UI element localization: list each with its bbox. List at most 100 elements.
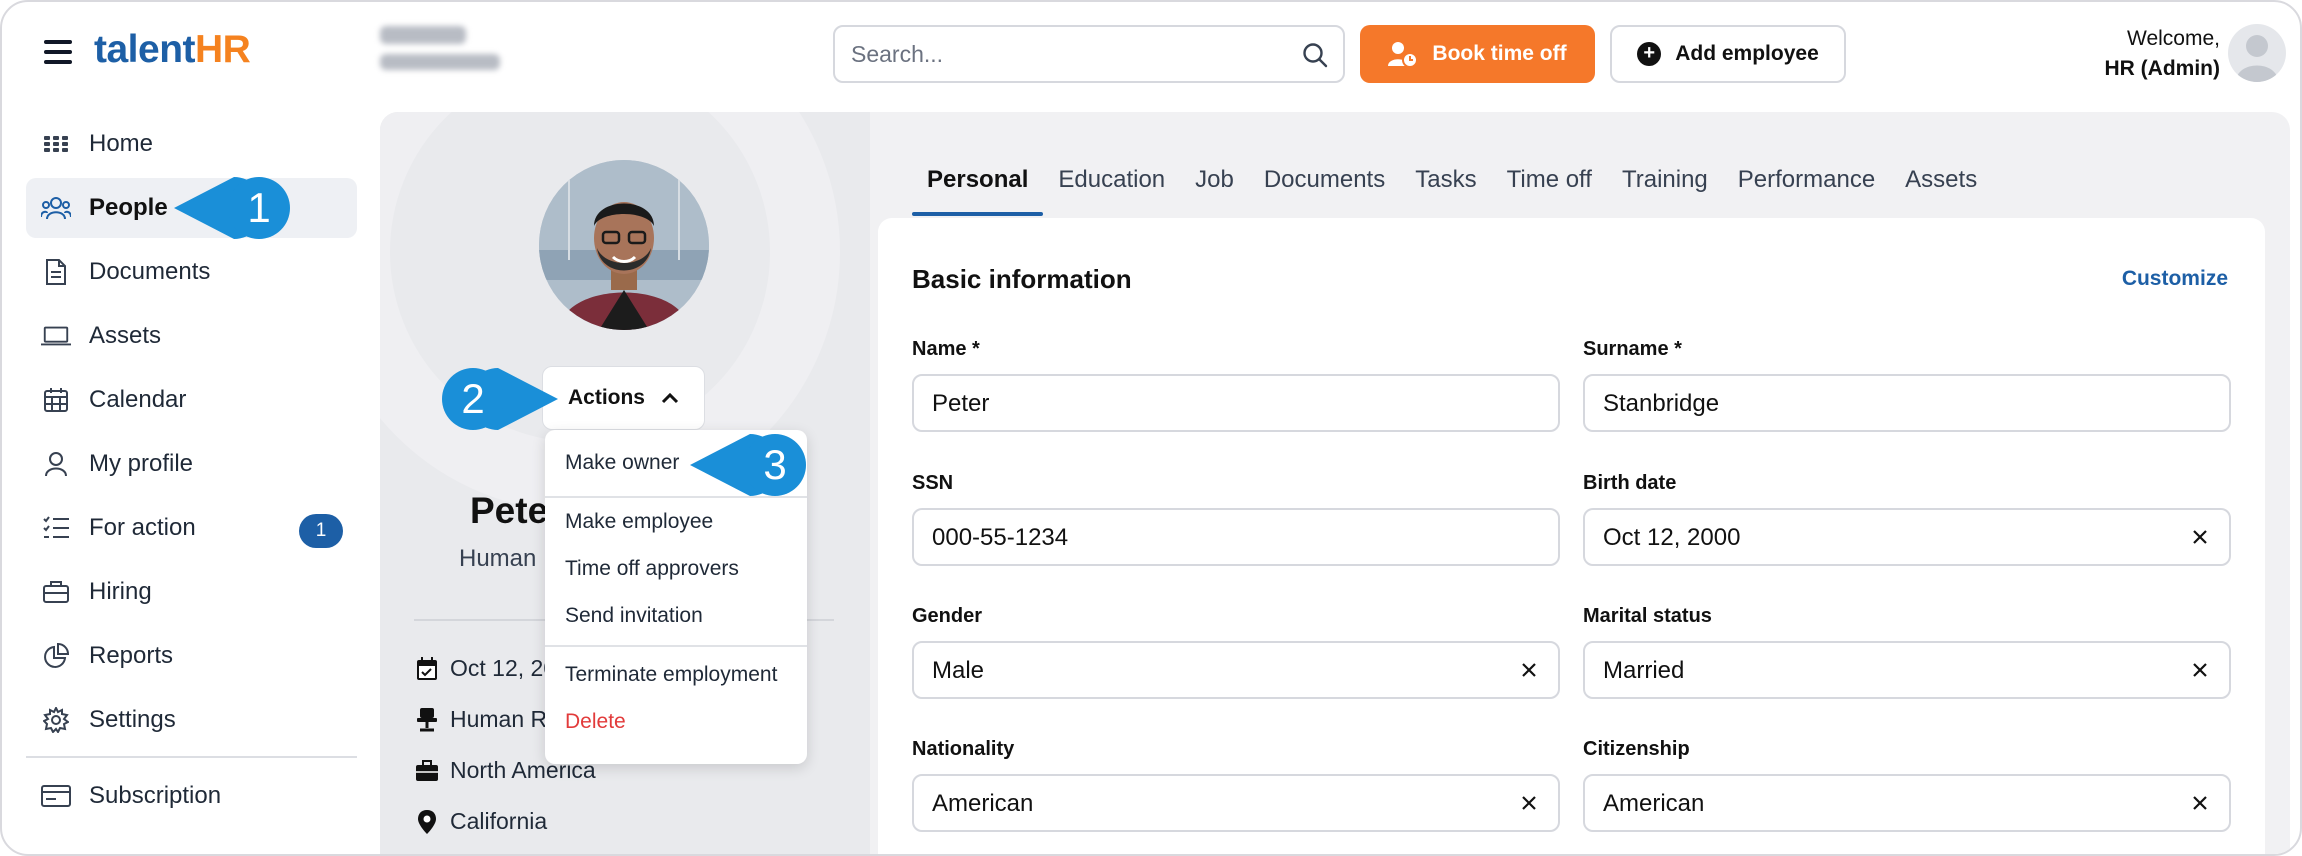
customize-link[interactable]: Customize bbox=[2122, 267, 2228, 291]
callout-2: 2 bbox=[438, 364, 558, 434]
document-icon bbox=[41, 257, 71, 287]
info-location: California bbox=[414, 808, 547, 835]
sidebar-item-label: Settings bbox=[89, 706, 176, 733]
name-label: Name * bbox=[912, 338, 980, 360]
tab-time-off[interactable]: Time off bbox=[1492, 156, 1607, 216]
tab-personal[interactable]: Personal bbox=[912, 156, 1044, 216]
birth-date-field[interactable]: Oct 12, 2000 bbox=[1583, 508, 2231, 566]
user-clock-icon bbox=[1388, 42, 1419, 68]
sidebar-item-for-action[interactable]: For action 1 bbox=[26, 498, 357, 558]
calendar-icon bbox=[41, 385, 71, 415]
actions-button[interactable]: Actions bbox=[542, 366, 705, 430]
callout-1: 1 bbox=[174, 173, 294, 243]
gear-icon bbox=[41, 705, 71, 735]
briefcase-icon bbox=[41, 577, 71, 607]
citizenship-field[interactable]: American bbox=[1583, 774, 2231, 832]
tab-assets[interactable]: Assets bbox=[1890, 156, 1992, 216]
clear-icon[interactable] bbox=[1516, 657, 1542, 683]
marital-status-label: Marital status bbox=[1583, 605, 1712, 627]
welcome-text: Welcome, bbox=[2127, 27, 2220, 50]
gender-label: Gender bbox=[912, 605, 983, 627]
menu-divider bbox=[545, 645, 807, 647]
sidebar-item-hiring[interactable]: Hiring bbox=[26, 562, 357, 622]
sidebar-item-reports[interactable]: Reports bbox=[26, 626, 357, 686]
user-greeting: Welcome, HR (Admin) bbox=[2105, 24, 2220, 84]
people-icon bbox=[41, 193, 71, 223]
tab-education[interactable]: Education bbox=[1043, 156, 1180, 216]
tab-tasks[interactable]: Tasks bbox=[1400, 156, 1491, 216]
menu-item-terminate-employment[interactable]: Terminate employment bbox=[565, 663, 777, 687]
grid-icon bbox=[41, 129, 71, 159]
menu-item-send-invitation[interactable]: Send invitation bbox=[565, 604, 703, 628]
user-role: HR (Admin) bbox=[2104, 57, 2220, 80]
menu-icon[interactable] bbox=[44, 40, 72, 64]
info-birth-date: Oct 12, 20 bbox=[414, 655, 556, 682]
sidebar-item-label: People bbox=[89, 194, 168, 221]
tab-job[interactable]: Job bbox=[1180, 156, 1249, 216]
checklist-icon bbox=[41, 513, 71, 543]
sidebar-item-label: Hiring bbox=[89, 578, 152, 605]
marital-status-field[interactable]: Married bbox=[1583, 641, 2231, 699]
app-window: talentHR Book time off + Add employee We… bbox=[0, 0, 2302, 856]
sidebar-item-settings[interactable]: Settings bbox=[26, 690, 357, 750]
clear-icon[interactable] bbox=[2187, 657, 2213, 683]
menu-item-make-owner[interactable]: Make owner bbox=[565, 451, 679, 475]
menu-item-make-employee[interactable]: Make employee bbox=[565, 510, 713, 534]
tab-performance[interactable]: Performance bbox=[1723, 156, 1890, 216]
chair-icon bbox=[414, 707, 440, 733]
name-field[interactable]: Peter bbox=[912, 374, 1560, 432]
pie-chart-icon bbox=[41, 641, 71, 671]
sidebar-item-my-profile[interactable]: My profile bbox=[26, 434, 357, 494]
citizenship-label: Citizenship bbox=[1583, 738, 1690, 760]
search-input[interactable] bbox=[851, 39, 1291, 69]
user-icon bbox=[41, 449, 71, 479]
profile-tabs: Personal Education Job Documents Tasks T… bbox=[912, 156, 1992, 216]
sidebar-item-documents[interactable]: Documents bbox=[26, 242, 357, 302]
map-pin-icon bbox=[414, 809, 440, 835]
ssn-label: SSN bbox=[912, 472, 954, 494]
laptop-icon bbox=[41, 321, 71, 351]
nationality-field[interactable]: American bbox=[912, 774, 1560, 832]
tab-training[interactable]: Training bbox=[1607, 156, 1723, 216]
sidebar-item-label: Assets bbox=[89, 322, 162, 349]
chevron-up-icon bbox=[661, 392, 679, 404]
tab-documents[interactable]: Documents bbox=[1249, 156, 1400, 216]
sidebar-item-label: For action bbox=[89, 514, 196, 541]
sidebar-item-label: Documents bbox=[89, 258, 211, 285]
sidebar-item-assets[interactable]: Assets bbox=[26, 306, 357, 366]
clear-icon[interactable] bbox=[2187, 524, 2213, 550]
plus-circle-icon: + bbox=[1637, 42, 1662, 66]
nationality-label: Nationality bbox=[912, 738, 1015, 760]
surname-field[interactable]: Stanbridge bbox=[1583, 374, 2231, 432]
sidebar-item-label: Calendar bbox=[89, 386, 187, 413]
book-time-off-button[interactable]: Book time off bbox=[1360, 25, 1595, 83]
app-logo[interactable]: talentHR bbox=[94, 28, 251, 72]
credit-card-icon bbox=[41, 781, 71, 811]
sidebar-item-home[interactable]: Home bbox=[26, 114, 357, 174]
clear-icon[interactable] bbox=[1516, 790, 1542, 816]
profile-photo bbox=[539, 160, 709, 330]
search-box[interactable] bbox=[833, 25, 1345, 83]
sidebar-item-calendar[interactable]: Calendar bbox=[26, 370, 357, 430]
menu-item-time-off-approvers[interactable]: Time off approvers bbox=[565, 557, 739, 581]
sidebar-subscription-wrap: Subscription bbox=[26, 766, 357, 830]
section-title: Basic information bbox=[912, 264, 1132, 294]
search-icon[interactable] bbox=[1301, 41, 1329, 69]
gender-field[interactable]: Male bbox=[912, 641, 1560, 699]
clear-icon[interactable] bbox=[2187, 790, 2213, 816]
sidebar-item-label: Subscription bbox=[89, 782, 222, 809]
birth-date-label: Birth date bbox=[1583, 472, 1677, 494]
surname-label: Surname * bbox=[1583, 338, 1682, 360]
callout-3: 3 bbox=[690, 430, 810, 500]
blurred-date bbox=[380, 26, 510, 82]
notification-badge: 1 bbox=[299, 514, 343, 548]
calendar-check-icon bbox=[414, 656, 440, 682]
user-avatar[interactable] bbox=[2228, 24, 2286, 82]
info-department: Human Re bbox=[414, 706, 560, 733]
add-employee-button[interactable]: + Add employee bbox=[1610, 25, 1846, 83]
ssn-field[interactable]: 000-55-1234 bbox=[912, 508, 1560, 566]
sidebar-item-label: Home bbox=[89, 130, 154, 157]
sidebar-item-subscription[interactable]: Subscription bbox=[26, 766, 357, 826]
menu-item-delete[interactable]: Delete bbox=[565, 710, 626, 734]
briefcase-icon bbox=[414, 758, 440, 784]
